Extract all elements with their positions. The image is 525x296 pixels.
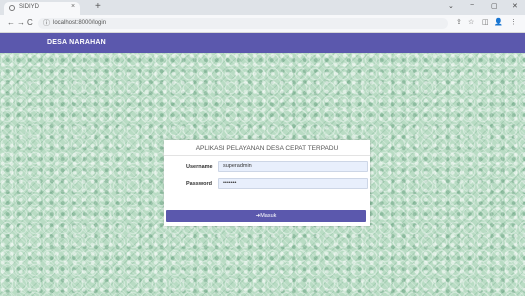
login-button[interactable]: ➜Masuk (166, 210, 366, 222)
back-icon[interactable]: ← (7, 18, 15, 28)
tab-title: SIDIYD (19, 4, 40, 10)
browser-tab[interactable]: SIDIYD × (4, 2, 80, 15)
info-icon[interactable]: ⓘ (43, 18, 50, 29)
minimize-icon[interactable]: − (470, 2, 474, 9)
username-input[interactable]: superadmin (218, 161, 368, 172)
brand-title[interactable]: DESA NARAHAN (47, 39, 106, 46)
profile-icon[interactable]: 👤 (494, 18, 503, 28)
star-icon[interactable]: ☆ (468, 18, 474, 28)
login-title: APLIKASI PELAYANAN DESA CEPAT TERPADU (195, 145, 339, 152)
share-icon[interactable]: ⇪ (456, 18, 462, 28)
menu-icon[interactable]: ⋮ (510, 18, 517, 28)
login-card: APLIKASI PELAYANAN DESA CEPAT TERPADU Us… (164, 140, 370, 226)
password-input[interactable]: ••••••• (218, 178, 368, 189)
browser-toolbar: ← → C ⓘ localhost:8000/login ⇪ ☆ ◫ 👤 ⋮ (0, 15, 525, 33)
chevron-down-icon[interactable]: ⌄ (448, 2, 454, 10)
new-tab-icon[interactable]: + (95, 1, 101, 13)
password-label: Password (186, 181, 212, 187)
reload-icon[interactable]: C (27, 18, 33, 28)
card-divider (164, 155, 370, 156)
close-window-icon[interactable]: ✕ (512, 2, 518, 10)
browser-tab-bar: SIDIYD × + ⌄ − ▢ ✕ (0, 0, 525, 15)
address-bar[interactable]: ⓘ localhost:8000/login (38, 18, 448, 29)
app-header: DESA NARAHAN (0, 33, 525, 53)
forward-icon[interactable]: → (17, 18, 25, 28)
side-panel-icon[interactable]: ◫ (482, 18, 489, 28)
close-tab-icon[interactable]: × (71, 3, 75, 10)
username-label: Username (186, 164, 213, 170)
url-text[interactable]: localhost:8000/login (53, 18, 106, 29)
maximize-icon[interactable]: ▢ (491, 2, 498, 10)
globe-icon (9, 5, 15, 11)
